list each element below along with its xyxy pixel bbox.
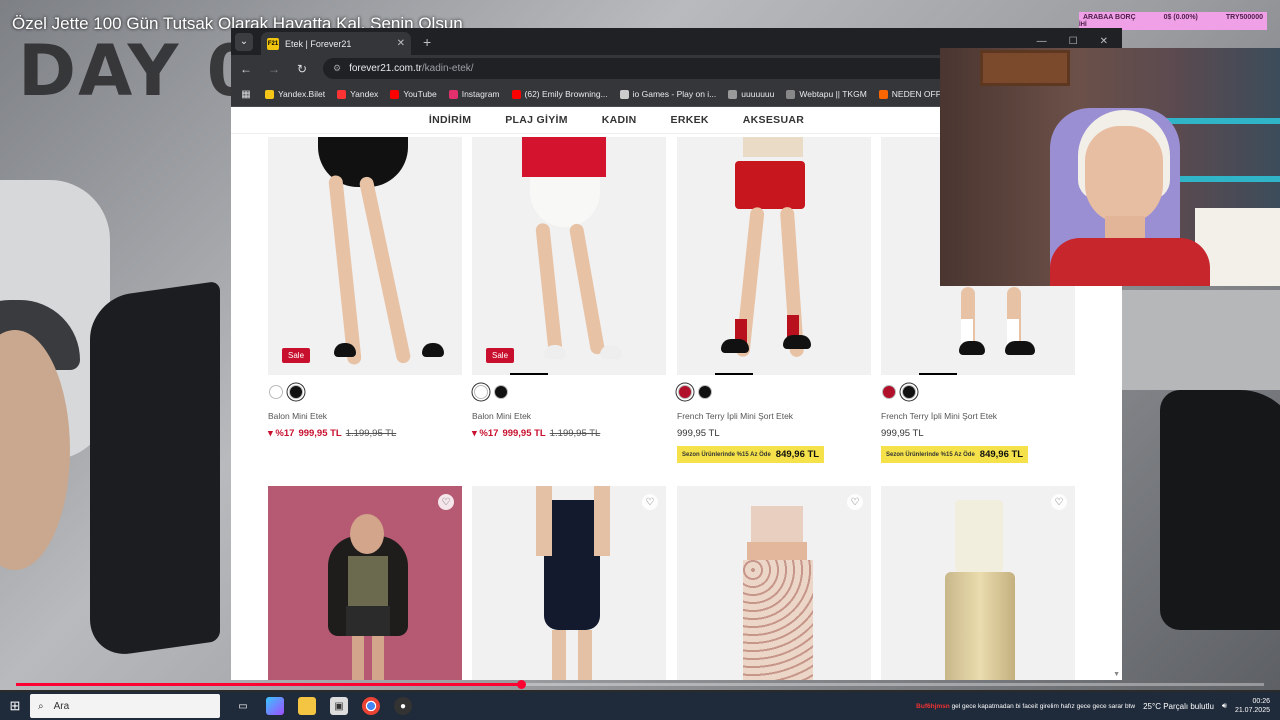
- nav-plaj-giyim[interactable]: PLAJ GİYİM: [505, 114, 568, 126]
- color-swatch-black[interactable]: [902, 385, 916, 399]
- close-tab-icon[interactable]: ✕: [397, 38, 405, 49]
- color-swatch-white[interactable]: [269, 385, 283, 399]
- windows-start-icon[interactable]: ⊞: [0, 698, 30, 714]
- product-name[interactable]: French Terry İpli Mini Şort Etek: [881, 411, 997, 421]
- forever21-favicon-icon: F21: [267, 37, 279, 50]
- bookmark-item[interactable]: Instagram: [448, 89, 500, 99]
- product-name[interactable]: French Terry İpli Mini Şort Etek: [677, 411, 793, 421]
- system-tray: Buf6hjmsn gel gece kapatmadan bi faceit …: [916, 697, 1280, 715]
- copilot-icon[interactable]: [266, 697, 284, 715]
- color-swatch-black[interactable]: [289, 385, 303, 399]
- nav-kadin[interactable]: KADIN: [602, 114, 637, 126]
- bookmark-item[interactable]: YouTube: [390, 89, 437, 99]
- color-swatch-black[interactable]: [494, 385, 508, 399]
- video-progress-bar[interactable]: [16, 680, 1264, 689]
- product-image[interactable]: Sale: [268, 137, 462, 375]
- file-explorer-icon[interactable]: [298, 697, 316, 715]
- price-row: ▾ %17 999,95 TL 1.199,95 TL: [472, 428, 601, 439]
- minimize-icon[interactable]: —: [1037, 36, 1047, 47]
- bookmark-item[interactable]: uuuuuuu: [728, 89, 774, 99]
- bookmark-favicon-icon: [511, 89, 521, 99]
- product-image[interactable]: Sale: [472, 137, 666, 375]
- reload-icon[interactable]: ↻: [295, 62, 309, 76]
- store-icon[interactable]: ▣: [330, 697, 348, 715]
- promo-badge: Sezon Ürünlerinde %15 Az Öde 849,96 TL: [881, 446, 1029, 463]
- bookmark-favicon-icon: [878, 89, 888, 99]
- bookmark-item[interactable]: io Games - Play on i...: [619, 89, 716, 99]
- forward-icon[interactable]: →: [267, 62, 281, 76]
- apps-grid-icon[interactable]: ▦: [239, 89, 253, 100]
- bookmark-item[interactable]: Webtapu || TKGM: [786, 89, 867, 99]
- discount-badge: ▾ %17: [472, 428, 499, 439]
- close-window-icon[interactable]: ✕: [1100, 36, 1108, 47]
- product-image[interactable]: ♡: [472, 486, 666, 680]
- bookmark-favicon-icon: [448, 89, 458, 99]
- product-name[interactable]: Balon Mini Etek: [268, 411, 327, 421]
- new-tab-icon[interactable]: +: [423, 34, 431, 50]
- scroll-down-icon[interactable]: ▼: [1113, 671, 1120, 678]
- color-swatch-red[interactable]: [882, 385, 896, 399]
- color-swatch-red[interactable]: [678, 385, 692, 399]
- sale-badge: Sale: [282, 348, 311, 363]
- taskbar: ⊞ ⌕ Ara ▭ ▣ ● Buf6hjmsn gel gece kapatma…: [0, 692, 1280, 720]
- nav-erkek[interactable]: ERKEK: [671, 114, 709, 126]
- bookmark-item[interactable]: (62) Emily Browning...: [511, 89, 608, 99]
- product-image[interactable]: ♡: [881, 486, 1075, 680]
- product-image[interactable]: ♡: [677, 486, 871, 680]
- favorite-heart-icon[interactable]: ♡: [642, 494, 658, 510]
- bookmark-item[interactable]: Yandex.Bilet: [265, 89, 325, 99]
- product-image[interactable]: ♡: [268, 486, 462, 680]
- volume-icon[interactable]: 🔊︎: [1222, 701, 1227, 711]
- bookmark-favicon-icon: [619, 89, 629, 99]
- tab-forever21[interactable]: F21 Etek | Forever21 ✕: [261, 32, 411, 55]
- color-swatch-white[interactable]: [474, 385, 488, 399]
- bookmark-item[interactable]: Yandex: [337, 89, 378, 99]
- product-name[interactable]: Balon Mini Etek: [472, 411, 531, 421]
- search-icon: ⌕: [38, 700, 44, 712]
- site-info-icon[interactable]: ⚙: [333, 63, 341, 74]
- bookmark-favicon-icon: [337, 89, 347, 99]
- price-row: 999,95 TL: [677, 428, 720, 439]
- favorite-heart-icon[interactable]: ♡: [847, 494, 863, 510]
- back-icon[interactable]: ←: [239, 62, 253, 76]
- bookmark-favicon-icon: [728, 89, 738, 99]
- bookmark-favicon-icon: [265, 89, 274, 99]
- taskbar-search[interactable]: ⌕ Ara: [30, 694, 220, 718]
- obs-icon[interactable]: ●: [394, 697, 412, 715]
- price-row: ▾ %17 999,95 TL 1.199,95 TL: [268, 428, 397, 439]
- task-view-icon[interactable]: ▭: [234, 697, 252, 715]
- nav-indirim[interactable]: İNDİRİM: [429, 114, 471, 126]
- price-row: 999,95 TL: [881, 428, 924, 439]
- webcam-overlay: [940, 48, 1280, 286]
- clock[interactable]: 00:26 21.07.2025: [1235, 697, 1270, 715]
- maximize-icon[interactable]: ☐: [1069, 36, 1078, 47]
- bookmark-favicon-icon: [786, 89, 796, 99]
- chat-message: Buf6hjmsn gel gece kapatmadan bi faceit …: [916, 702, 1136, 710]
- sale-badge: Sale: [486, 348, 515, 363]
- color-swatch-black[interactable]: [698, 385, 712, 399]
- chrome-icon[interactable]: [362, 697, 380, 715]
- favorite-heart-icon[interactable]: ♡: [438, 494, 454, 510]
- nav-aksesuar[interactable]: AKSESUAR: [743, 114, 804, 126]
- bookmark-favicon-icon: [390, 89, 400, 99]
- weather-widget[interactable]: 25°C Parçalı bulutlu: [1143, 702, 1214, 711]
- discount-badge: ▾ %17: [268, 428, 295, 439]
- product-image[interactable]: [677, 137, 871, 375]
- favorite-heart-icon[interactable]: ♡: [1051, 494, 1067, 510]
- tab-search-button[interactable]: ⌄: [235, 32, 253, 51]
- promo-badge: Sezon Ürünlerinde %15 Az Öde 849,96 TL: [677, 446, 825, 463]
